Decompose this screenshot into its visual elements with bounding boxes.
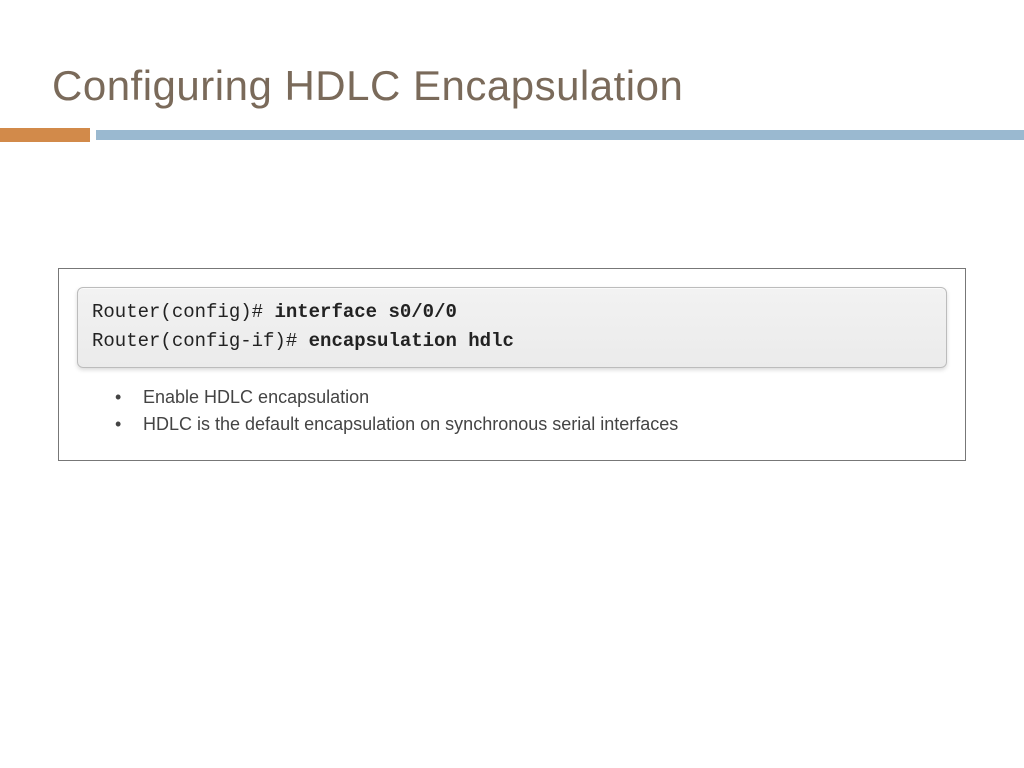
bullet-item: HDLC is the default encapsulation on syn… (115, 411, 947, 438)
terminal-prompt-1: Router(config)# (92, 301, 274, 323)
terminal-panel: Router(config)# interface s0/0/0 Router(… (77, 287, 947, 368)
content-box: Router(config)# interface s0/0/0 Router(… (58, 268, 966, 461)
accent-bar (0, 128, 1024, 142)
accent-orange-segment (0, 128, 90, 142)
accent-blue-segment (96, 130, 1024, 140)
bullet-item: Enable HDLC encapsulation (115, 384, 947, 411)
bullet-list: Enable HDLC encapsulation HDLC is the de… (77, 384, 947, 438)
terminal-command-1: interface s0/0/0 (274, 301, 456, 323)
terminal-line-1: Router(config)# interface s0/0/0 (92, 298, 932, 327)
terminal-prompt-2: Router(config-if)# (92, 330, 309, 352)
slide-title: Configuring HDLC Encapsulation (0, 0, 1024, 128)
terminal-line-2: Router(config-if)# encapsulation hdlc (92, 327, 932, 356)
terminal-command-2: encapsulation hdlc (309, 330, 514, 352)
